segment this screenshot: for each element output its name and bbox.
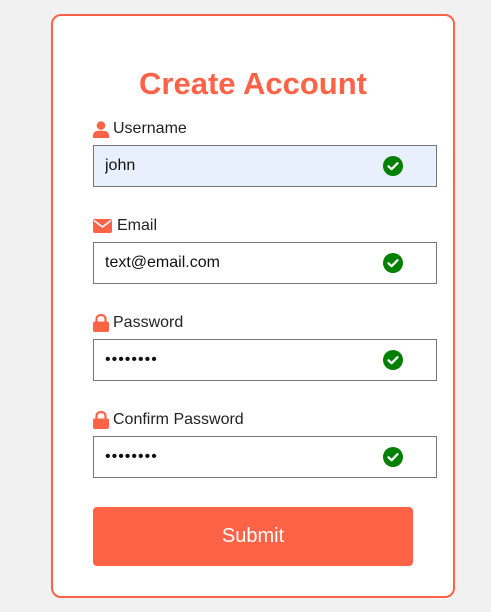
username-label: Username	[113, 120, 187, 137]
email-label-row: Email	[93, 216, 437, 236]
check-circle-icon	[383, 156, 403, 176]
password-field-group: Password	[93, 313, 437, 381]
lock-icon	[93, 314, 109, 332]
signup-card: Create Account Username Email	[51, 14, 455, 598]
confirm-password-field-group: Confirm Password	[93, 410, 437, 478]
email-input-box	[93, 242, 437, 284]
check-circle-icon	[383, 253, 403, 273]
check-circle-icon	[383, 447, 403, 467]
confirm-password-label: Confirm Password	[113, 411, 244, 428]
envelope-icon	[93, 219, 112, 233]
password-label: Password	[113, 314, 184, 331]
confirm-password-label-row: Confirm Password	[93, 410, 437, 430]
username-label-row: Username	[93, 119, 437, 139]
user-icon	[93, 120, 109, 138]
lock-icon	[93, 411, 109, 429]
page-title: Create Account	[139, 66, 367, 101]
email-label: Email	[117, 217, 158, 234]
check-circle-icon	[383, 350, 403, 370]
password-input-box	[93, 339, 437, 381]
email-field-group: Email	[93, 216, 437, 284]
username-field-group: Username	[93, 119, 437, 187]
submit-button[interactable]: Submit	[93, 507, 413, 566]
password-label-row: Password	[93, 313, 437, 333]
username-input-box	[93, 145, 437, 187]
confirm-password-input-box	[93, 436, 437, 478]
